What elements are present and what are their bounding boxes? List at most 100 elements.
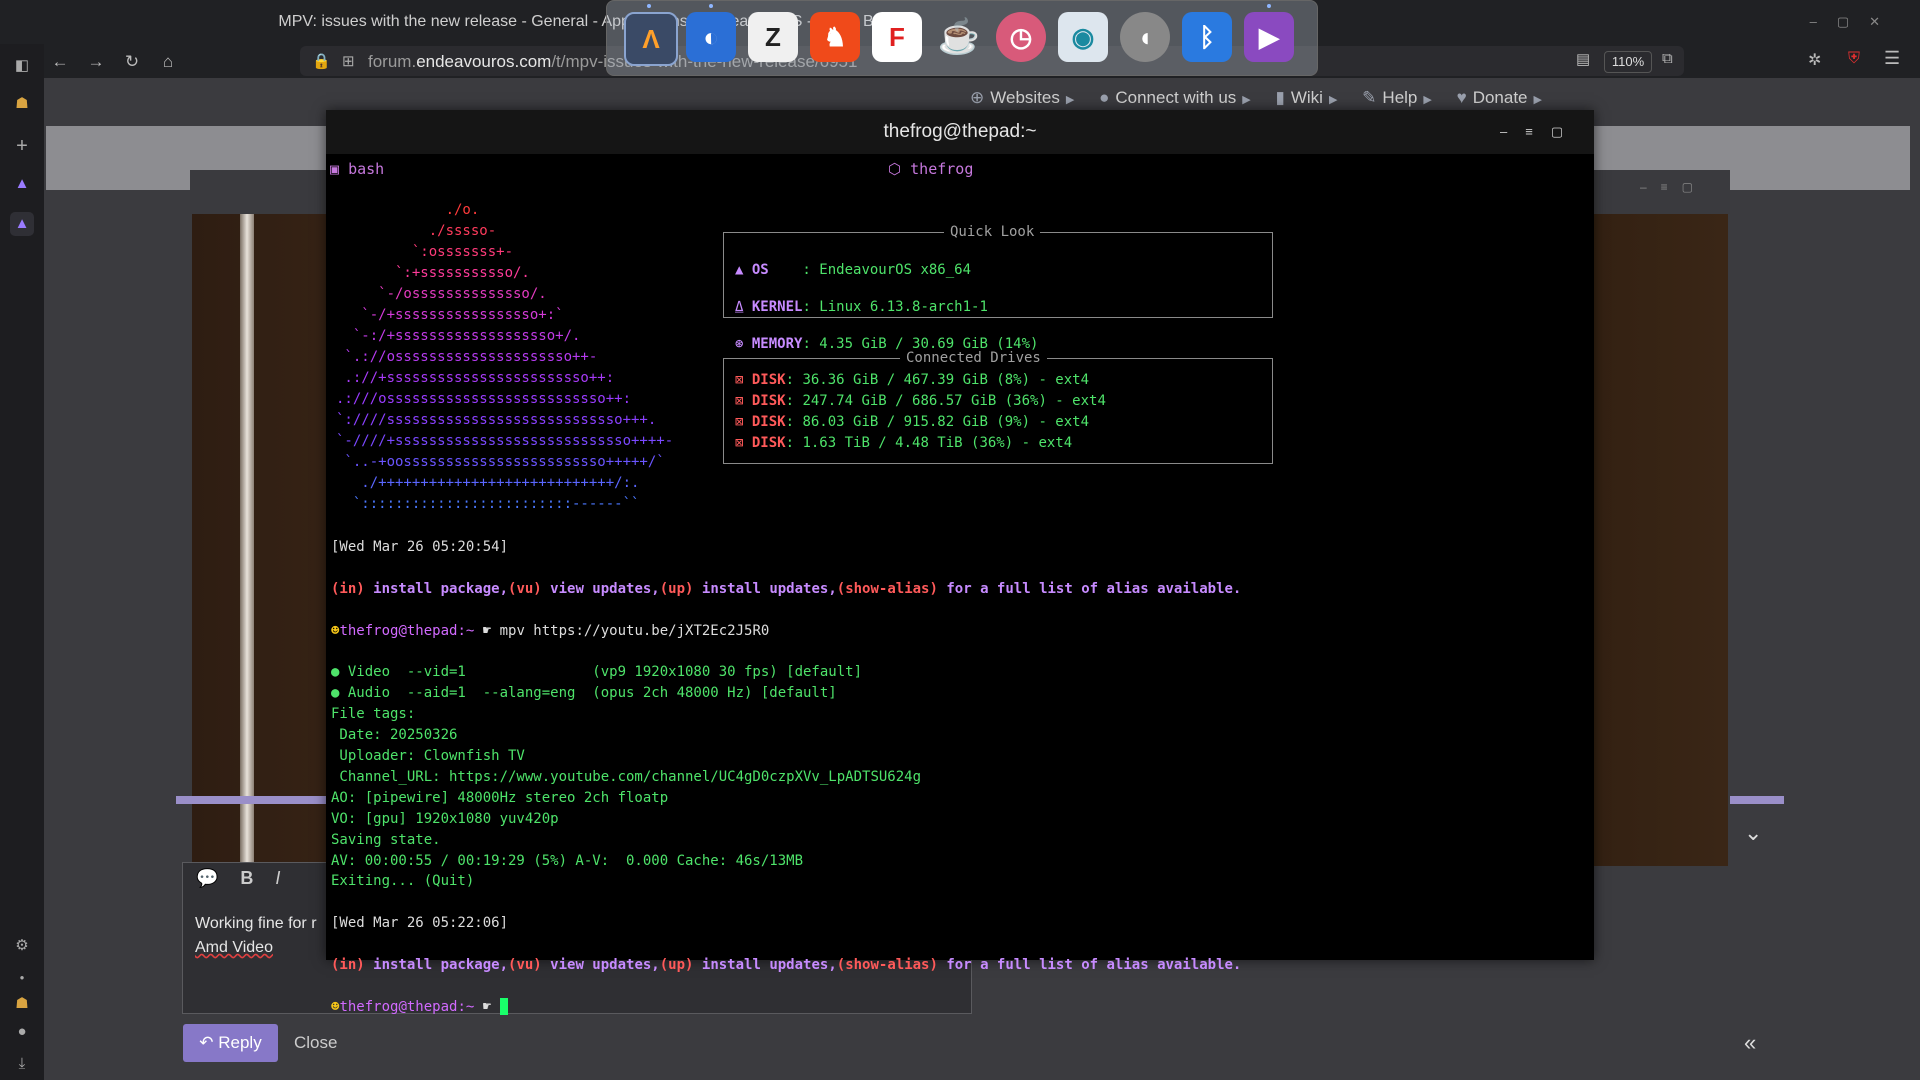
reply-button[interactable]: ↶ Reply bbox=[183, 1024, 278, 1062]
ascii-logo-line: .://+ssssssssssssssssssssssso++: bbox=[336, 370, 615, 386]
dot-icon: ● bbox=[19, 973, 25, 982]
site-nav: ⊕ Websites ▶ ● Connect with us ▶ ▮ Wiki ▶ ✎ Hel… bbox=[970, 88, 1562, 112]
progress-bar-right bbox=[1730, 796, 1784, 804]
circle-icon[interactable]: ● bbox=[10, 1020, 34, 1044]
terminal-title: thefrog@thepad:~ bbox=[883, 121, 1037, 142]
ascii-logo-line: `:osssssss+- bbox=[336, 244, 514, 260]
ascii-logo-line: `:+sssssssssso/. bbox=[336, 265, 530, 281]
memory-icon: ⊛ bbox=[735, 336, 752, 352]
composer-toolbar: 💬BI bbox=[196, 868, 302, 889]
italic-icon[interactable]: I bbox=[275, 868, 302, 888]
os-icon: ▲ bbox=[735, 262, 752, 278]
zed-icon[interactable]: Z bbox=[748, 12, 798, 62]
drive-line: ⊠ DISK: 36.36 GiB / 467.39 GiB (8%) - ex… bbox=[735, 372, 1090, 388]
terminal-icon: ▣ bbox=[330, 160, 349, 178]
output-line: AO: [pipewire] 48000Hz stereo 2ch floatp bbox=[331, 789, 669, 806]
video-window-controls[interactable]: –≡▢ bbox=[1640, 180, 1707, 194]
quote-icon[interactable]: 💬 bbox=[196, 868, 240, 888]
zoom-level[interactable]: 110% bbox=[1604, 51, 1652, 73]
nav-connect[interactable]: ● Connect with us ▶ bbox=[1099, 88, 1251, 107]
output-line: ● Video --vid=1 (vp9 1920x1080 30 fps) [… bbox=[331, 664, 863, 681]
ascii-logo-line: `.://osssssssssssssssssssso++- bbox=[336, 349, 598, 365]
mpv-output: ● Video --vid=1 (vp9 1920x1080 30 fps) [… bbox=[331, 662, 1241, 892]
drive-line: ⊠ DISK: 1.63 TiB / 4.48 TiB (36%) - ext4 bbox=[735, 435, 1073, 451]
add-icon[interactable]: + bbox=[10, 134, 34, 158]
endeavouros-active-icon[interactable]: ▲ bbox=[10, 212, 34, 236]
nav-websites[interactable]: ⊕ Websites ▶ bbox=[970, 88, 1074, 107]
pointer-icon: ☛ bbox=[474, 622, 492, 639]
globe-icon: ⊕ bbox=[970, 88, 985, 107]
teapot-icon[interactable]: ☕ bbox=[934, 12, 984, 62]
prompt-line[interactable]: ☻thefrog@thepad:~ ☛ bbox=[331, 997, 1241, 1018]
volume-icon[interactable]: ◖ bbox=[1120, 12, 1170, 62]
kernel-icon: ⍙ bbox=[735, 299, 752, 315]
output-line: VO: [gpu] 1920x1080 yuv420p bbox=[331, 810, 559, 827]
book-icon: ▮ bbox=[1275, 88, 1285, 107]
forward-icon[interactable]: → bbox=[84, 50, 108, 74]
sidebar-panel-icon[interactable]: ◧ bbox=[10, 54, 34, 78]
drives-lines: ⊠ DISK: 36.36 GiB / 467.39 GiB (8%) - ex… bbox=[735, 370, 1106, 454]
drive-line: ⊠ DISK: 86.03 GiB / 915.82 GiB (9%) - ex… bbox=[735, 414, 1090, 430]
disk-icon: ⊠ bbox=[735, 414, 752, 430]
window-controls[interactable]: –▢✕ bbox=[1810, 0, 1900, 44]
bookmark-icon[interactable]: ⧉ bbox=[1662, 50, 1673, 67]
bold-icon[interactable]: B bbox=[240, 868, 275, 888]
running-indicator bbox=[1267, 4, 1271, 8]
quick-look-title: Quick Look bbox=[944, 224, 1041, 240]
video-highlight bbox=[240, 214, 254, 866]
ascii-logo-line: `-////+ssssssssssssssssssssssssssso++++- bbox=[336, 433, 674, 449]
lock-icon[interactable]: 🔒 bbox=[312, 52, 331, 70]
site-settings-icon[interactable]: ⊞ bbox=[342, 52, 355, 70]
home-icon[interactable]: ⌂ bbox=[156, 50, 180, 74]
tab-user[interactable]: ⬡ thefrog bbox=[888, 160, 973, 178]
back-icon[interactable]: ← bbox=[48, 50, 72, 74]
extensions-icon[interactable]: ✲ bbox=[1808, 50, 1821, 70]
terminal-controls[interactable]: –≡▢ bbox=[1500, 110, 1581, 154]
chevron-down-icon[interactable]: ⌄ bbox=[1744, 820, 1762, 846]
wrench-icon: ✎ bbox=[1362, 88, 1377, 107]
tab-bash[interactable]: ▣ bash bbox=[330, 160, 384, 178]
heart-icon: ♥ bbox=[1456, 88, 1467, 107]
output-line: AV: 00:00:55 / 00:19:29 (5%) A-V: 0.000 … bbox=[331, 852, 804, 869]
bluetooth-icon[interactable]: ᛒ bbox=[1182, 12, 1232, 62]
cat-small-icon[interactable]: ☗ bbox=[10, 992, 34, 1016]
reload-icon[interactable]: ↻ bbox=[120, 50, 144, 74]
cat-icon[interactable]: ☗ bbox=[10, 92, 34, 116]
alias-hint-line: (in) install package,(vu) view updates,(… bbox=[331, 580, 1242, 597]
reader-mode-icon[interactable]: ▤ bbox=[1576, 50, 1590, 68]
brave-icon[interactable]: ♞ bbox=[810, 12, 860, 62]
composer-text[interactable]: Working fine for r Amd Video bbox=[195, 912, 317, 960]
output-line: ● Audio --aid=1 --alang=eng (opus 2ch 48… bbox=[331, 685, 837, 702]
running-indicator bbox=[709, 4, 713, 8]
nav-help[interactable]: ✎ Help ▶ bbox=[1362, 88, 1432, 107]
ascii-logo-line: .:///ossssssssssssssssssssssssso++: bbox=[336, 391, 632, 407]
ascii-logo-line: ./o. bbox=[336, 202, 480, 218]
command-line: ☻thefrog@thepad:~ ☛ mpv https://youtu.be… bbox=[331, 622, 770, 639]
terminal-output: [Wed Mar 26 05:20:54] (in) install packa… bbox=[331, 516, 1241, 1039]
flameshot-icon[interactable]: F bbox=[872, 12, 922, 62]
disk-icon: ⊠ bbox=[735, 435, 752, 451]
person-icon: ● bbox=[1099, 88, 1110, 107]
menu-icon[interactable]: ☰ bbox=[1884, 48, 1900, 69]
terminal-cursor bbox=[499, 998, 508, 1016]
nav-wiki[interactable]: ▮ Wiki ▶ bbox=[1276, 88, 1338, 107]
screenshot-icon[interactable]: ◉ bbox=[1058, 12, 1108, 62]
ublock-icon[interactable]: ⛨ bbox=[1848, 50, 1860, 68]
endeavouros-icon[interactable]: ▲ bbox=[10, 172, 34, 196]
settings-icon[interactable]: ⚙ bbox=[10, 934, 34, 958]
ascii-logo-line: ./++++++++++++++++++++++++++++/:. bbox=[336, 475, 640, 491]
media-player-icon[interactable]: ▶ bbox=[1244, 12, 1294, 62]
running-indicator bbox=[647, 4, 651, 8]
connected-drives-title: Connected Drives bbox=[900, 350, 1047, 366]
download-icon[interactable]: ⤓ bbox=[10, 1052, 34, 1076]
output-line: File tags: bbox=[331, 706, 416, 723]
file-manager-icon[interactable]: ◐ bbox=[686, 12, 736, 62]
progress-bar-left bbox=[176, 796, 328, 804]
endeavouros-icon[interactable]: Λ bbox=[624, 12, 678, 66]
disk-icon: ⊠ bbox=[735, 372, 752, 388]
nav-donate[interactable]: ♥ Donate ▶ bbox=[1457, 88, 1542, 107]
ascii-logo-line: `:::::::::::::::::::::::::------`` bbox=[336, 496, 640, 512]
collapse-left-icon[interactable]: « bbox=[1744, 1030, 1756, 1056]
clock-icon[interactable]: ◷ bbox=[996, 12, 1046, 62]
pointer-icon: ☛ bbox=[474, 998, 500, 1015]
